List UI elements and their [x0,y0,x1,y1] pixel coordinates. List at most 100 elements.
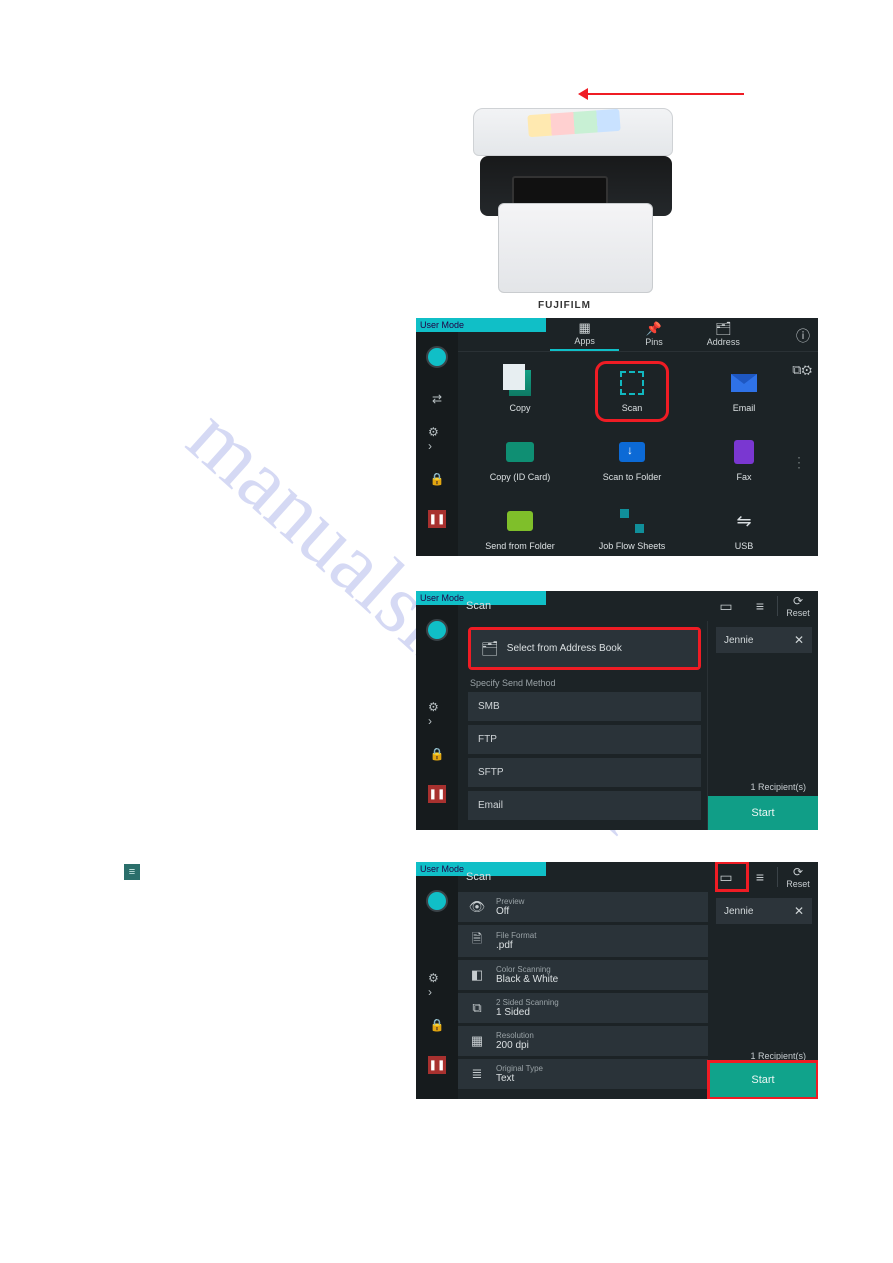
method-sftp[interactable]: SFTP [468,758,701,787]
tab-apps-label: Apps [574,336,595,346]
app-send-from-folder[interactable]: Send from Folder [488,506,552,551]
reset-icon: ⟳ [793,865,803,879]
setting-color[interactable]: ◧ Color Scanning Black & White [458,960,708,990]
original-type-icon: ≣ [468,1066,486,1082]
email-icon [729,368,759,398]
printer-figure: FUJIFILM [420,70,730,300]
setting-preview[interactable]: 👁 Preview Off [458,892,708,922]
app-scan[interactable]: Scan [600,368,664,413]
callout-arrow-line [582,93,744,95]
start-button[interactable]: Start [708,796,818,830]
fax-icon [729,437,759,467]
app-copy[interactable]: Copy [488,368,552,413]
method-email[interactable]: Email [468,791,701,820]
help-icon[interactable]: ⓘ [796,326,810,346]
twosided-icon: ⧉ [468,1000,486,1016]
setting-label: Original Type [496,1064,543,1073]
setting-label: Preview [496,897,524,906]
recipient-name: Jennie [724,635,753,646]
settings-sliders-icon[interactable]: ≡ [743,869,777,885]
app-email[interactable]: Email [712,368,776,413]
app-copy-label: Copy [509,403,530,413]
app-scan-to-folder[interactable]: Scan to Folder [600,437,664,482]
app-copy-id[interactable]: Copy (ID Card) [488,437,552,482]
user-avatar-icon[interactable] [426,890,448,912]
more-options-icon[interactable]: ⋮ [792,454,806,471]
tab-apps[interactable]: ▦ Apps [550,318,619,351]
send-from-folder-icon [505,506,535,536]
rail-lock-icon[interactable]: 🔒 [428,745,446,763]
select-from-address-book-button[interactable]: 🗂 Select from Address Book [471,630,698,667]
left-rail: ⚙ › 🔒 ❚❚ [416,876,458,1099]
setting-value: Text [496,1073,543,1084]
setting-file-format[interactable]: 🗎 File Format .pdf [458,925,708,957]
job-flow-icon [617,506,647,536]
start-button[interactable]: Start [710,1063,816,1097]
addressbook-icon: 🗂 [715,322,732,335]
pin-icon: 📌 [646,322,662,335]
setting-resolution[interactable]: ▦ Resolution 200 dpi [458,1026,708,1056]
setting-value: .pdf [496,940,536,951]
printer-brand-label: FUJIFILM [538,300,591,311]
app-send-from-folder-label: Send from Folder [485,541,555,551]
display-settings-icon[interactable]: ⧉⚙ [792,362,812,378]
setting-value: Black & White [496,974,558,985]
rail-lock-icon[interactable]: 🔒 [428,1016,446,1034]
method-ftp[interactable]: FTP [468,725,701,754]
setting-original-type[interactable]: ≣ Original Type Text [458,1059,708,1089]
home-top-tabs: ▦ Apps 📌 Pins 🗂 Address [458,318,818,352]
left-rail: ⇄ ⚙ › 🔒 ❚❚ [416,332,458,556]
remove-recipient-icon[interactable]: ✕ [794,904,804,918]
addressbook-icon: 🗂 [481,640,499,657]
reset-icon: ⟳ [793,594,803,608]
recipient-name: Jennie [724,906,753,917]
printer-illustration: FUJIFILM [468,98,680,298]
setting-value: Off [496,906,524,917]
rail-pause-icon[interactable]: ❚❚ [428,785,446,803]
callout-arrow-head [578,88,588,100]
app-fax-label: Fax [736,472,751,482]
user-avatar-icon[interactable] [426,619,448,641]
setting-value: 200 dpi [496,1040,534,1051]
file-icon: 🗎 [468,930,486,952]
app-usb[interactable]: ⇋ USB [712,506,776,551]
tab-pins-label: Pins [645,337,663,347]
scan-to-folder-icon [617,437,647,467]
usb-icon: ⇋ [729,506,759,536]
specify-method-label: Specify Send Method [470,678,699,688]
reset-label: Reset [786,879,810,889]
recipient-chip[interactable]: Jennie ✕ [716,627,812,653]
method-smb[interactable]: SMB [468,692,701,721]
settings-sliders-inline-icon: ≡ [124,864,140,880]
rail-lock-icon[interactable]: 🔒 [428,470,446,488]
tab-address-label: Address [707,337,740,347]
screen-title: Scan [466,600,709,612]
app-fax[interactable]: Fax [712,437,776,482]
rail-settings-icon[interactable]: ⚙ › [428,430,446,448]
rail-pause-icon[interactable]: ❚❚ [428,510,446,528]
tab-address[interactable]: 🗂 Address [689,318,758,351]
rail-icon-1[interactable]: ⇄ [428,390,446,408]
address-book-label: Select from Address Book [507,643,622,654]
recipient-chip[interactable]: Jennie ✕ [716,898,812,924]
reset-button[interactable]: ⟳ Reset [778,865,818,889]
setting-label: 2 Sided Scanning [496,998,559,1007]
reset-button[interactable]: ⟳ Reset [778,594,818,618]
scan-settings-screen: User Mode ⚙ › 🔒 ❚❚ Scan ▭ ≡ ⟳ Reset 👁 Pr… [416,862,818,1099]
settings-sliders-icon[interactable]: ≡ [743,598,777,614]
color-icon: ◧ [468,967,486,983]
remove-recipient-icon[interactable]: ✕ [794,633,804,647]
setting-two-sided[interactable]: ⧉ 2 Sided Scanning 1 Sided [458,993,708,1023]
app-job-flow[interactable]: Job Flow Sheets [600,506,664,551]
copy-icon [505,368,535,398]
user-avatar-icon[interactable] [426,346,448,368]
screen-title: Scan [466,871,709,883]
rail-settings-icon[interactable]: ⚙ › [428,976,446,994]
app-copy-id-label: Copy (ID Card) [490,472,551,482]
id-card-icon [505,437,535,467]
app-email-label: Email [733,403,756,413]
rail-settings-icon[interactable]: ⚙ › [428,705,446,723]
tab-pins[interactable]: 📌 Pins [619,318,688,351]
rail-pause-icon[interactable]: ❚❚ [428,1056,446,1074]
book-icon[interactable]: ▭ [709,598,743,615]
